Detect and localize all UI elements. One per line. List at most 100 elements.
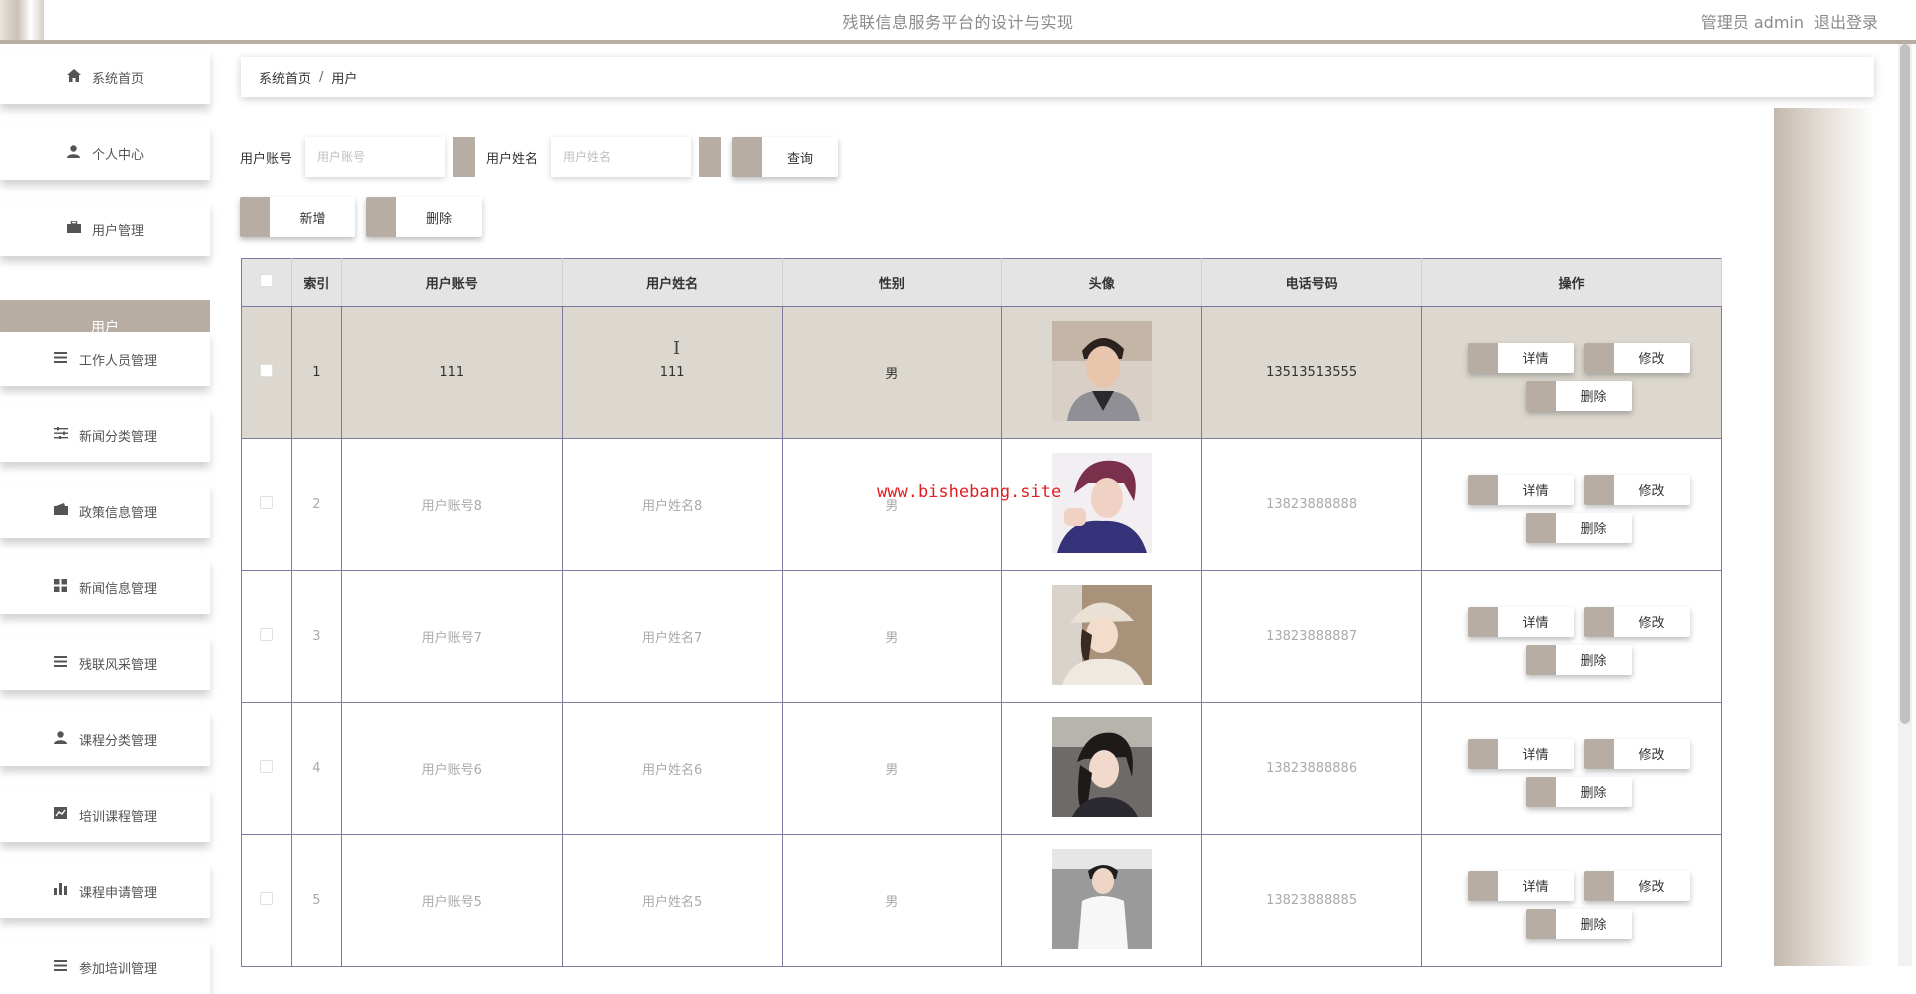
select-all-cell [241,258,292,307]
table-row[interactable]: 1 111 111 男 13513513555 详情 修改 删除 [241,306,1722,439]
delete-button[interactable]: 删除 [1525,512,1632,543]
row-checkbox[interactable] [259,892,273,905]
button-accent [1467,606,1498,637]
phone-cell: 13513513555 [1201,306,1423,439]
row-select-cell [241,702,292,835]
batch-delete-button[interactable]: 删除 [366,197,482,237]
name-search-input[interactable] [551,137,691,177]
avatar[interactable] [1051,452,1152,553]
query-button[interactable]: 查询 [732,137,838,177]
detail-button[interactable]: 详情 [1467,738,1574,769]
phone-cell: 13823888888 [1201,438,1423,571]
text-cursor-icon: I [673,338,681,359]
index-cell: 3 [291,570,342,703]
add-button[interactable]: 新增 [240,197,355,237]
sidebar-item-policy[interactable]: 政策信息管理 [0,484,210,538]
sidebar-item-course-category[interactable]: 课程分类管理 [0,712,210,766]
detail-button[interactable]: 详情 [1467,606,1574,637]
sidebar-item-label: 政策信息管理 [78,505,157,521]
account-input-suffix [453,137,475,177]
sidebar-item-profile[interactable]: 个人中心 [0,126,210,180]
logout-link[interactable]: 退出登录 [1814,9,1878,33]
row-checkbox[interactable] [259,496,273,509]
app-title: 残联信息服务平台的设计与实现 [842,13,1074,32]
table-row[interactable]: 2 用户账号8 用户姓名8 男 13823888888 详情 修改 删除 [241,438,1722,571]
column-header: 用户姓名 [562,258,783,307]
detail-button[interactable]: 详情 [1467,870,1574,901]
avatar-cell [1001,570,1203,703]
breadcrumb: 系统首页 / 用户 [241,57,1874,97]
edit-button[interactable]: 修改 [1583,342,1690,373]
gender-cell: 男 [782,306,1003,439]
current-user: 管理员 admin [1701,9,1804,33]
row-checkbox[interactable] [259,628,273,641]
sidebar-item-label: 新闻分类管理 [78,429,157,445]
sidebar-item-home[interactable]: 系统首页 [0,50,210,104]
avatar-cell [1001,438,1203,571]
account-cell: 用户账号5 [341,834,563,967]
name-cell: 111 [562,306,783,439]
button-accent [1525,512,1556,543]
button-accent [1525,644,1556,675]
sidebar-item-label: 新闻信息管理 [78,581,157,597]
delete-button[interactable]: 删除 [1525,776,1632,807]
add-button-label: 新增 [299,211,326,227]
sidebar-item-label: 培训课程管理 [78,809,157,825]
delete-button[interactable]: 删除 [1525,380,1632,411]
table-row[interactable]: 4 用户账号6 用户姓名6 男 13823888886 详情 修改 删除 [241,702,1722,835]
sidebar-item-label: 工作人员管理 [78,353,157,369]
current-user-label: 管理员 admin [1700,13,1804,32]
sidebar-item-label: 个人中心 [91,147,144,163]
select-all-checkbox[interactable] [259,274,273,287]
sidebar-item-news-category[interactable]: 新闻分类管理 [0,408,210,462]
row-checkbox[interactable] [259,760,273,773]
name-cell: 用户姓名7 [562,570,783,703]
delete-button[interactable]: 删除 [1525,908,1632,939]
sidebar-item-staff[interactable]: 工作人员管理 [0,332,210,386]
list-icon [53,959,69,975]
avatar[interactable] [1051,848,1152,949]
column-header: 电话号码 [1201,258,1423,307]
column-header: 头像 [1001,258,1203,307]
delete-button-label: 删除 [1580,654,1607,669]
ops-cell: 详情 修改 删除 [1421,570,1722,703]
avatar[interactable] [1051,584,1152,685]
detail-button[interactable]: 详情 [1467,342,1574,373]
row-actions: 详情 修改 删除 [1462,861,1690,941]
edit-button[interactable]: 修改 [1583,606,1690,637]
avatar[interactable] [1051,716,1152,817]
edit-button[interactable]: 修改 [1583,870,1690,901]
table-header-row: 索引 用户账号 用户姓名 性别 头像 电话号码 操作 [241,258,1722,307]
button-accent [240,197,270,237]
breadcrumb-home[interactable]: 系统首页 [259,68,311,87]
scrollbar[interactable] [1898,44,1912,966]
detail-button[interactable]: 详情 [1467,474,1574,505]
sidebar-item-training[interactable]: 培训课程管理 [0,788,210,842]
button-accent [366,197,396,237]
detail-button-label: 详情 [1522,880,1549,895]
table-row[interactable]: 3 用户账号7 用户姓名7 男 13823888887 详情 修改 删除 [241,570,1722,703]
sidebar-item-join-training[interactable]: 参加培训管理 [0,940,210,994]
button-accent [1467,738,1498,769]
account-search-input[interactable] [305,137,445,177]
button-accent [1583,474,1614,505]
sidebar-item-news[interactable]: 新闻信息管理 [0,560,210,614]
sidebar-item-user-manage[interactable]: 用户管理 [0,202,210,256]
home-icon [66,68,82,86]
gender-cell: 男 [782,570,1003,703]
table-row[interactable]: 5 用户账号5 用户姓名5 男 13823888885 详情 修改 删除 [241,834,1722,967]
index-cell: 1 [291,306,342,439]
row-checkbox[interactable] [259,364,273,377]
edit-button[interactable]: 修改 [1583,474,1690,505]
avatar-cell [1001,834,1203,967]
scrollbar-thumb[interactable] [1900,44,1910,724]
sidebar-item-course-apply[interactable]: 课程申请管理 [0,864,210,918]
edit-button[interactable]: 修改 [1583,738,1690,769]
sidebar-item-label: 参加培训管理 [78,961,157,977]
sidebar-item-style[interactable]: 残联风采管理 [0,636,210,690]
list-icon [53,655,69,671]
column-header: 索引 [291,258,342,307]
person-icon [53,730,69,748]
delete-button[interactable]: 删除 [1525,644,1632,675]
avatar[interactable] [1051,320,1152,421]
